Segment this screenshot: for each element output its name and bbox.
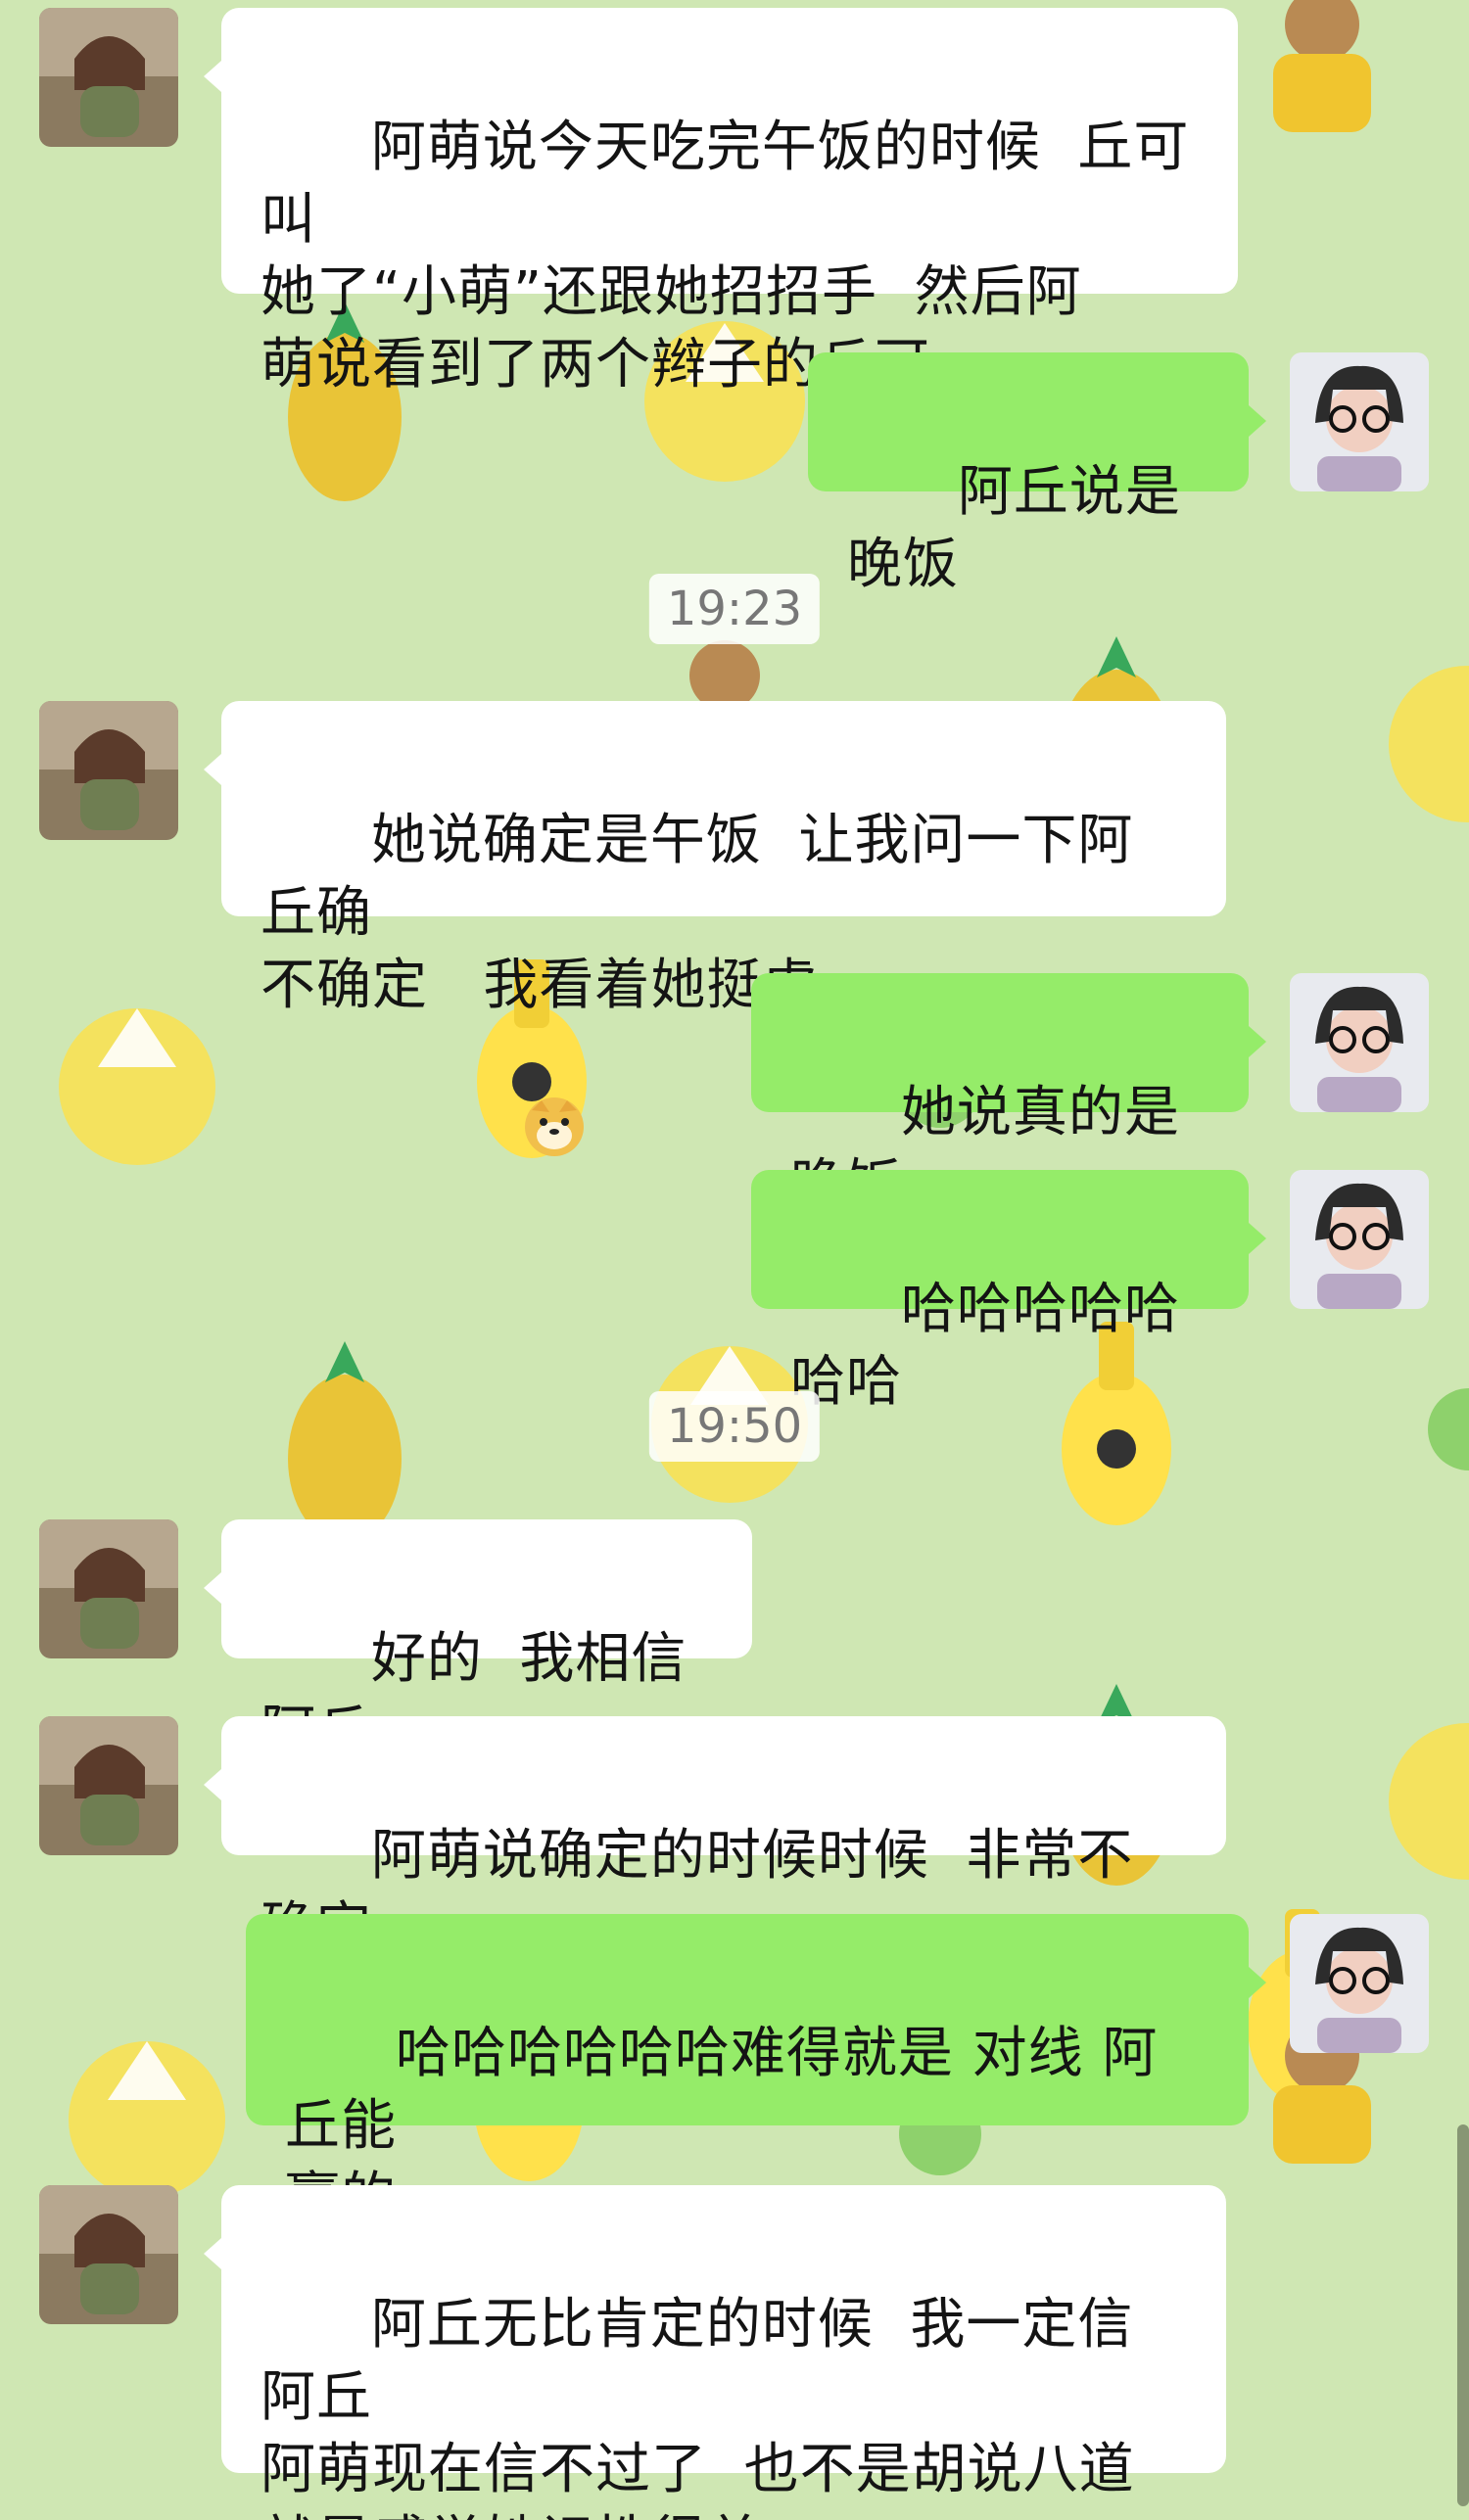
outgoing-message-bubble[interactable]: 她说真的是晚饭 bbox=[751, 973, 1266, 1217]
timestamp: 19:23 bbox=[648, 574, 821, 644]
timestamp-text: 19:50 bbox=[666, 1399, 803, 1454]
ukulele-hole-pattern bbox=[1097, 1429, 1136, 1469]
incoming-message-bubble[interactable]: 她说确定是午饭 让我问一下阿丘确 不确定 我看着她挺虚 bbox=[204, 701, 1226, 1156]
umbrella-pattern bbox=[1389, 666, 1469, 822]
user-avatar[interactable] bbox=[1290, 352, 1429, 491]
contact-avatar[interactable] bbox=[39, 1716, 178, 1855]
doge-emoji bbox=[375, 1022, 587, 1250]
message-text: 哈哈哈哈哈哈哈 bbox=[790, 1278, 1180, 1414]
incoming-message-bubble[interactable]: 好的 我相信阿丘 bbox=[204, 1519, 752, 1763]
pineapple-pattern bbox=[288, 1375, 402, 1543]
user-avatar-image bbox=[1290, 973, 1429, 1112]
user-avatar-image bbox=[1290, 1914, 1429, 2053]
outgoing-message-bubble[interactable]: 阿丘说是晚饭 bbox=[808, 352, 1266, 596]
user-avatar-image bbox=[1290, 352, 1429, 491]
incoming-message-bubble[interactable]: 阿萌说今天吃完午饭的时候 丘可叫 她了“小萌”还跟她招招手 然后阿 萌说看到了两… bbox=[204, 8, 1238, 397]
contact-avatar[interactable] bbox=[39, 2185, 178, 2324]
bear-pattern bbox=[1285, 0, 1359, 62]
user-avatar[interactable] bbox=[1290, 1914, 1429, 2053]
ukulele-pattern bbox=[1062, 1373, 1171, 1525]
user-avatar[interactable] bbox=[1290, 1170, 1429, 1309]
umbrella-pattern bbox=[1389, 1723, 1469, 1880]
incoming-message-bubble[interactable]: 阿萌说确定的时候时候 非常不确定 bbox=[204, 1716, 1226, 1960]
contact-avatar-image bbox=[39, 1519, 178, 1658]
contact-avatar-image bbox=[39, 8, 178, 147]
umbrella-pattern bbox=[98, 1008, 176, 1067]
timestamp: 19:50 bbox=[648, 1391, 821, 1462]
vertical-scrollbar[interactable] bbox=[1457, 2124, 1469, 2506]
contact-avatar[interactable] bbox=[39, 701, 178, 840]
pineapple-leaf-pattern bbox=[325, 1341, 364, 1382]
contact-avatar-image bbox=[39, 701, 178, 840]
umbrella-pattern bbox=[108, 2041, 186, 2100]
bear-raincoat-pattern bbox=[1273, 54, 1371, 132]
message-text: 阿丘说是晚饭 bbox=[847, 460, 1181, 596]
pineapple-leaf-pattern bbox=[1097, 636, 1136, 677]
message-text: 阿丘无比肯定的时候 我一定信阿丘 阿萌现在信不过了 也不是胡说八道 就是感觉她记… bbox=[261, 2293, 1135, 2520]
bear-raincoat-pattern bbox=[1273, 2085, 1371, 2164]
outgoing-message-bubble[interactable]: 哈哈哈哈哈哈难得就是 对线 阿丘能 赢的 bbox=[246, 1914, 1266, 2230]
outgoing-message-bubble[interactable]: 哈哈哈哈哈哈哈 bbox=[751, 1170, 1266, 1414]
contact-avatar-image bbox=[39, 2185, 178, 2324]
umbrella-pattern bbox=[69, 2041, 225, 2198]
contact-avatar[interactable] bbox=[39, 8, 178, 147]
incoming-message-bubble[interactable]: 阿丘无比肯定的时候 我一定信阿丘 阿萌现在信不过了 也不是胡说八道 就是感觉她记… bbox=[204, 2185, 1226, 2520]
contact-avatar-image bbox=[39, 1716, 178, 1855]
umbrella-pattern bbox=[59, 1008, 215, 1165]
chat-screen: 阿萌说今天吃完午饭的时候 丘可叫 她了“小萌”还跟她招招手 然后阿 萌说看到了两… bbox=[0, 0, 1469, 2520]
lime-pattern bbox=[1428, 1388, 1469, 1470]
timestamp-text: 19:23 bbox=[666, 582, 803, 636]
contact-avatar[interactable] bbox=[39, 1519, 178, 1658]
user-avatar-image bbox=[1290, 1170, 1429, 1309]
user-avatar[interactable] bbox=[1290, 973, 1429, 1112]
